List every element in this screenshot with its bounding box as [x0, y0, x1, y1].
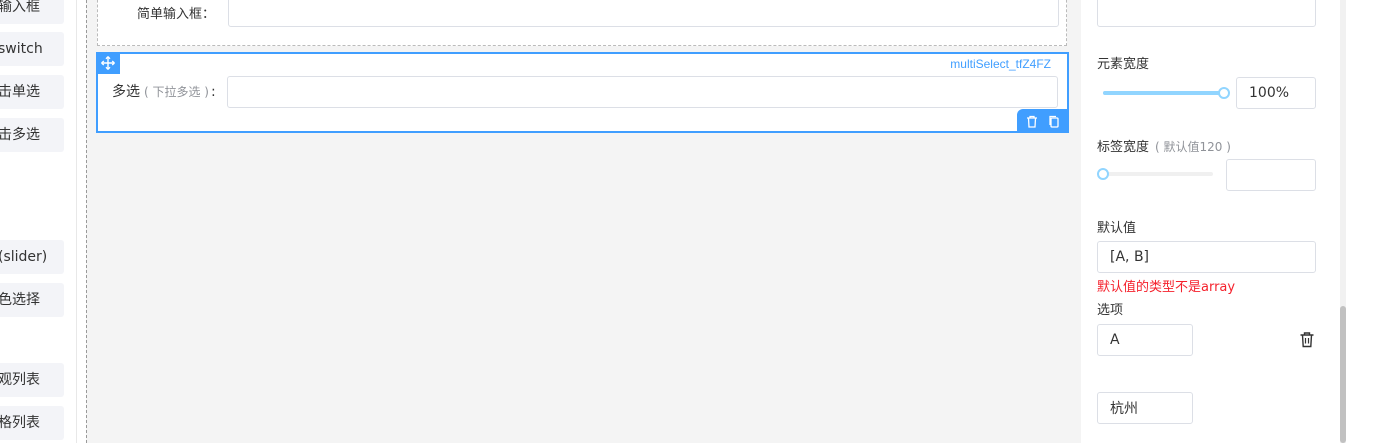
palette-item-table-list[interactable]: 格列表: [0, 406, 64, 440]
option-value-1: A: [1110, 332, 1120, 348]
label-width-input[interactable]: [1226, 159, 1316, 191]
palette-item-slider[interactable]: (slider): [0, 240, 64, 274]
label-width-label-text: 标签宽度: [1097, 140, 1150, 155]
field-label-hint: ( 下拉多选 ): [144, 85, 209, 99]
simple-input[interactable]: [228, 0, 1059, 27]
field-label: 简单输入框：: [136, 7, 215, 22]
palette-item-color[interactable]: 色选择: [0, 283, 64, 317]
field-id: multiSelect_tfZ4FZ: [950, 57, 1051, 71]
label-width-slider-thumb[interactable]: [1097, 168, 1109, 180]
field-action-bar: [1017, 109, 1069, 133]
element-width-label: 元素宽度: [1097, 57, 1150, 72]
copy-icon[interactable]: [1048, 115, 1060, 128]
option-input-1[interactable]: A: [1097, 324, 1193, 356]
prev-setting-input[interactable]: [1097, 0, 1316, 27]
trash-icon[interactable]: [1299, 331, 1315, 348]
settings-scrollbar-thumb[interactable]: [1340, 306, 1346, 443]
option-value-2: 杭州: [1110, 401, 1138, 417]
form-field-simple-input[interactable]: 简单输入框：: [97, 0, 1067, 46]
default-value-label: 默认值: [1097, 221, 1137, 236]
palette-item-list[interactable]: 观列表: [0, 363, 64, 397]
component-palette: 输入框 switch 击单选 击多选 (slider) 色选择 观列表 格列表: [0, 0, 77, 443]
element-width-input[interactable]: 100%: [1236, 77, 1316, 109]
palette-item-radio[interactable]: 击单选: [0, 75, 64, 109]
element-width-slider-thumb[interactable]: [1218, 87, 1230, 99]
options-label: 选项: [1097, 303, 1124, 318]
field-label-text: 多选: [112, 84, 140, 100]
field-label: 多选 ( 下拉多选 ):: [112, 81, 216, 101]
field-label-colon: :: [211, 84, 216, 100]
option-input-2[interactable]: 杭州: [1097, 392, 1193, 424]
form-field-multiselect[interactable]: multiSelect_tfZ4FZ 多选 ( 下拉多选 ):: [96, 52, 1069, 133]
label-width-hint: ( 默认值120 ): [1155, 140, 1231, 154]
default-value-text: [A, B]: [1110, 249, 1150, 265]
label-width-label: 标签宽度 ( 默认值120 ): [1097, 136, 1231, 155]
trash-icon[interactable]: [1026, 115, 1038, 128]
palette-item-switch[interactable]: switch: [0, 32, 64, 66]
label-width-slider-track[interactable]: [1103, 172, 1213, 176]
element-width-slider-fill: [1103, 91, 1224, 95]
multiselect-input[interactable]: [227, 76, 1058, 108]
default-value-error: 默认值的类型不是array: [1097, 280, 1236, 295]
move-icon[interactable]: [96, 52, 120, 74]
palette-item-input[interactable]: 输入框: [0, 0, 64, 24]
element-width-value: 100%: [1249, 85, 1290, 101]
default-value-input[interactable]: [A, B]: [1097, 241, 1316, 273]
palette-item-checkbox[interactable]: 击多选: [0, 118, 64, 152]
